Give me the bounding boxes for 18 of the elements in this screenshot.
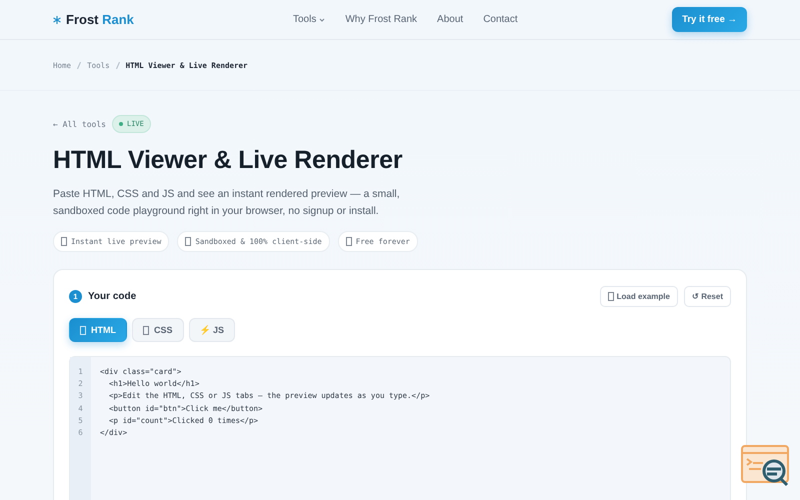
language-tab[interactable]: ⚡ JS xyxy=(188,318,236,342)
nav-link[interactable]: Contact xyxy=(483,14,518,25)
separator-icon xyxy=(77,62,82,68)
separator-icon xyxy=(116,62,120,68)
action-button[interactable]: ↺ Reset xyxy=(684,286,731,307)
snowflake-icon xyxy=(53,16,61,24)
nav-link[interactable]: Why Frost Rank xyxy=(345,14,418,25)
action-button[interactable]: Load example xyxy=(600,286,678,307)
language-tab[interactable]: HTML xyxy=(69,318,127,342)
language-tab[interactable]: CSS xyxy=(132,318,184,342)
try-free-button[interactable]: Try it free → xyxy=(672,7,747,32)
nav-link[interactable]: About xyxy=(437,14,464,25)
back-link[interactable]: ← All tools xyxy=(53,120,106,128)
brand-logo[interactable]: Frost Rank xyxy=(53,12,293,27)
nav-link[interactable]: Tools xyxy=(293,14,326,25)
section-heading: Your code xyxy=(88,291,138,302)
intro-text: Paste HTML, CSS and JS and see an instant rendered preview — a small, sandboxed code playground right in your browser, no signup or install. xyxy=(53,187,401,219)
page-title: HTML Viewer & Live Renderer xyxy=(53,146,404,175)
